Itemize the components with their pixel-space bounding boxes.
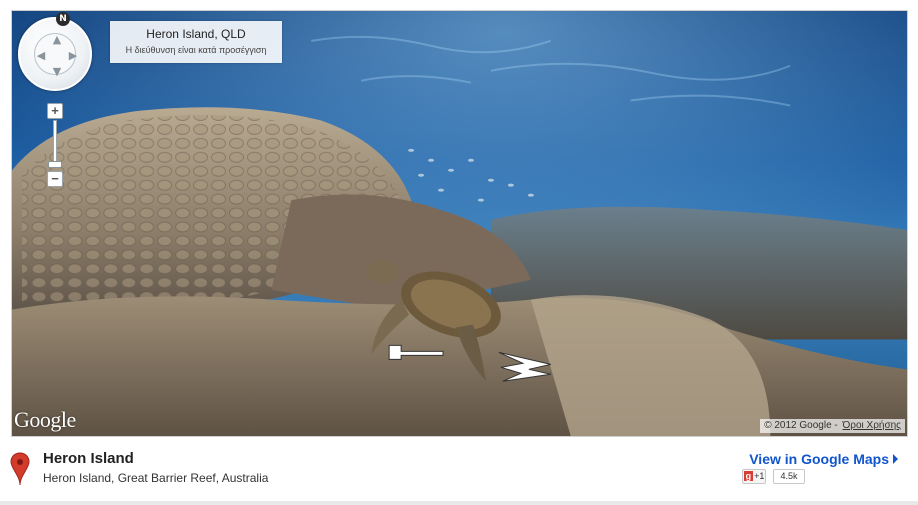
google-plus-one-button[interactable]: g +1 — [742, 469, 766, 484]
view-in-google-maps-link[interactable]: View in Google Maps — [749, 451, 889, 467]
copyright-text: © 2012 Google - — [764, 420, 838, 431]
pan-left-icon[interactable]: ◀ — [34, 49, 48, 63]
pan-control[interactable]: N ▲ ▼ ◀ ▶ — [18, 12, 92, 91]
chevron-right-icon[interactable] — [893, 454, 898, 464]
bottom-divider — [0, 501, 918, 505]
underwater-scene-image[interactable] — [12, 11, 907, 436]
terms-of-use-link[interactable]: Όροι Χρήσης — [843, 420, 901, 431]
address-title: Heron Island, QLD — [146, 27, 246, 41]
zoom-in-button[interactable]: + — [47, 103, 63, 119]
plus-one-label: +1 — [754, 471, 765, 481]
pan-right-icon[interactable]: ▶ — [66, 49, 80, 63]
streetview-panorama[interactable]: N ▲ ▼ ◀ ▶ + − Heron Island, QLD Η διεύθυ… — [11, 10, 908, 437]
pan-up-icon[interactable]: ▲ — [50, 33, 64, 47]
place-title: Heron Island — [43, 450, 134, 467]
address-box: Heron Island, QLD Η διεύθυνση είναι κατά… — [110, 21, 282, 63]
map-pin-icon — [10, 452, 30, 486]
google-plus-icon: g — [743, 471, 754, 481]
zoom-out-button[interactable]: − — [47, 171, 63, 187]
google-logo[interactable]: Google — [14, 407, 76, 433]
address-approximate-note: Η διεύθυνση είναι κατά προσέγγιση — [125, 45, 267, 55]
compass-north-badge: N — [56, 12, 70, 26]
zoom-slider-thumb[interactable] — [48, 161, 62, 168]
copyright-bar: © 2012 Google - Όροι Χρήσης — [760, 419, 905, 433]
pan-down-icon[interactable]: ▼ — [50, 65, 64, 79]
place-address: Heron Island, Great Barrier Reef, Austra… — [43, 471, 269, 485]
plus-one-count: 4.5k — [773, 469, 805, 484]
